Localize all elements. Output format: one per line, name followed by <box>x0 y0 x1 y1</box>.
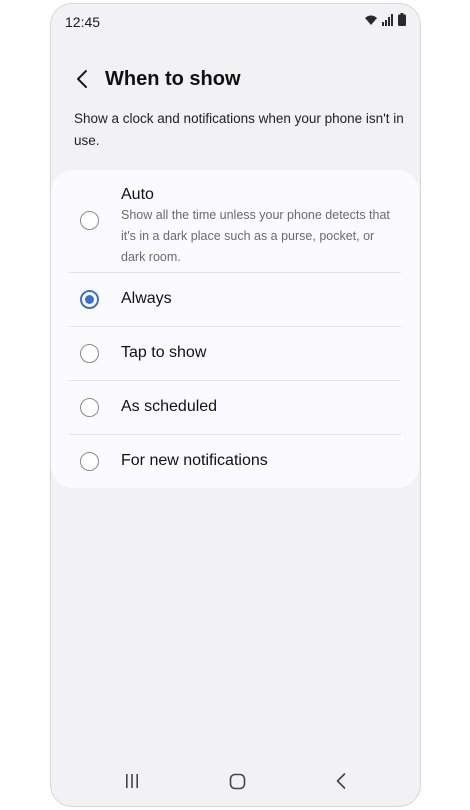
radio-always[interactable] <box>80 290 99 309</box>
option-label: Auto <box>121 186 154 203</box>
phone-screen: 12:45 When to show Show a clock and noti… <box>50 3 421 807</box>
radio-as-scheduled[interactable] <box>80 398 99 417</box>
chevron-left-icon <box>77 70 87 88</box>
option-tap-to-show[interactable]: Tap to show <box>69 327 401 380</box>
status-icons <box>364 13 406 26</box>
header: When to show <box>51 60 420 100</box>
options-card: Auto Show all the time unless your phone… <box>51 170 419 488</box>
battery-icon <box>398 13 406 26</box>
option-as-scheduled[interactable]: As scheduled <box>69 381 401 434</box>
option-always[interactable]: Always <box>69 273 401 326</box>
option-label: Tap to show <box>121 344 207 361</box>
recents-button[interactable] <box>121 770 143 792</box>
option-label: For new notifications <box>121 452 268 469</box>
wifi-icon <box>365 15 377 25</box>
back-button[interactable] <box>67 64 97 94</box>
radio-for-new-notifications[interactable] <box>80 452 99 471</box>
option-label: Always <box>121 290 172 307</box>
status-time: 12:45 <box>65 14 101 30</box>
page-title: When to show <box>105 68 241 90</box>
signal-icon <box>382 13 393 26</box>
home-icon <box>229 773 245 789</box>
radio-auto[interactable] <box>80 211 99 230</box>
page-description: Show a clock and notifications when your… <box>74 111 404 148</box>
navigation-bar <box>51 756 420 806</box>
status-bar: 12:45 <box>51 4 420 38</box>
recents-icon <box>126 774 138 788</box>
option-for-new-notifications[interactable]: For new notifications <box>69 435 401 488</box>
back-icon <box>336 773 346 789</box>
nav-back-button[interactable] <box>330 770 352 792</box>
option-subtitle: Show all the time unless your phone dete… <box>121 208 390 264</box>
home-button[interactable] <box>226 770 248 792</box>
option-label: As scheduled <box>121 398 218 415</box>
radio-tap-to-show[interactable] <box>80 344 99 363</box>
option-auto[interactable]: Auto Show all the time unless your phone… <box>69 180 401 272</box>
